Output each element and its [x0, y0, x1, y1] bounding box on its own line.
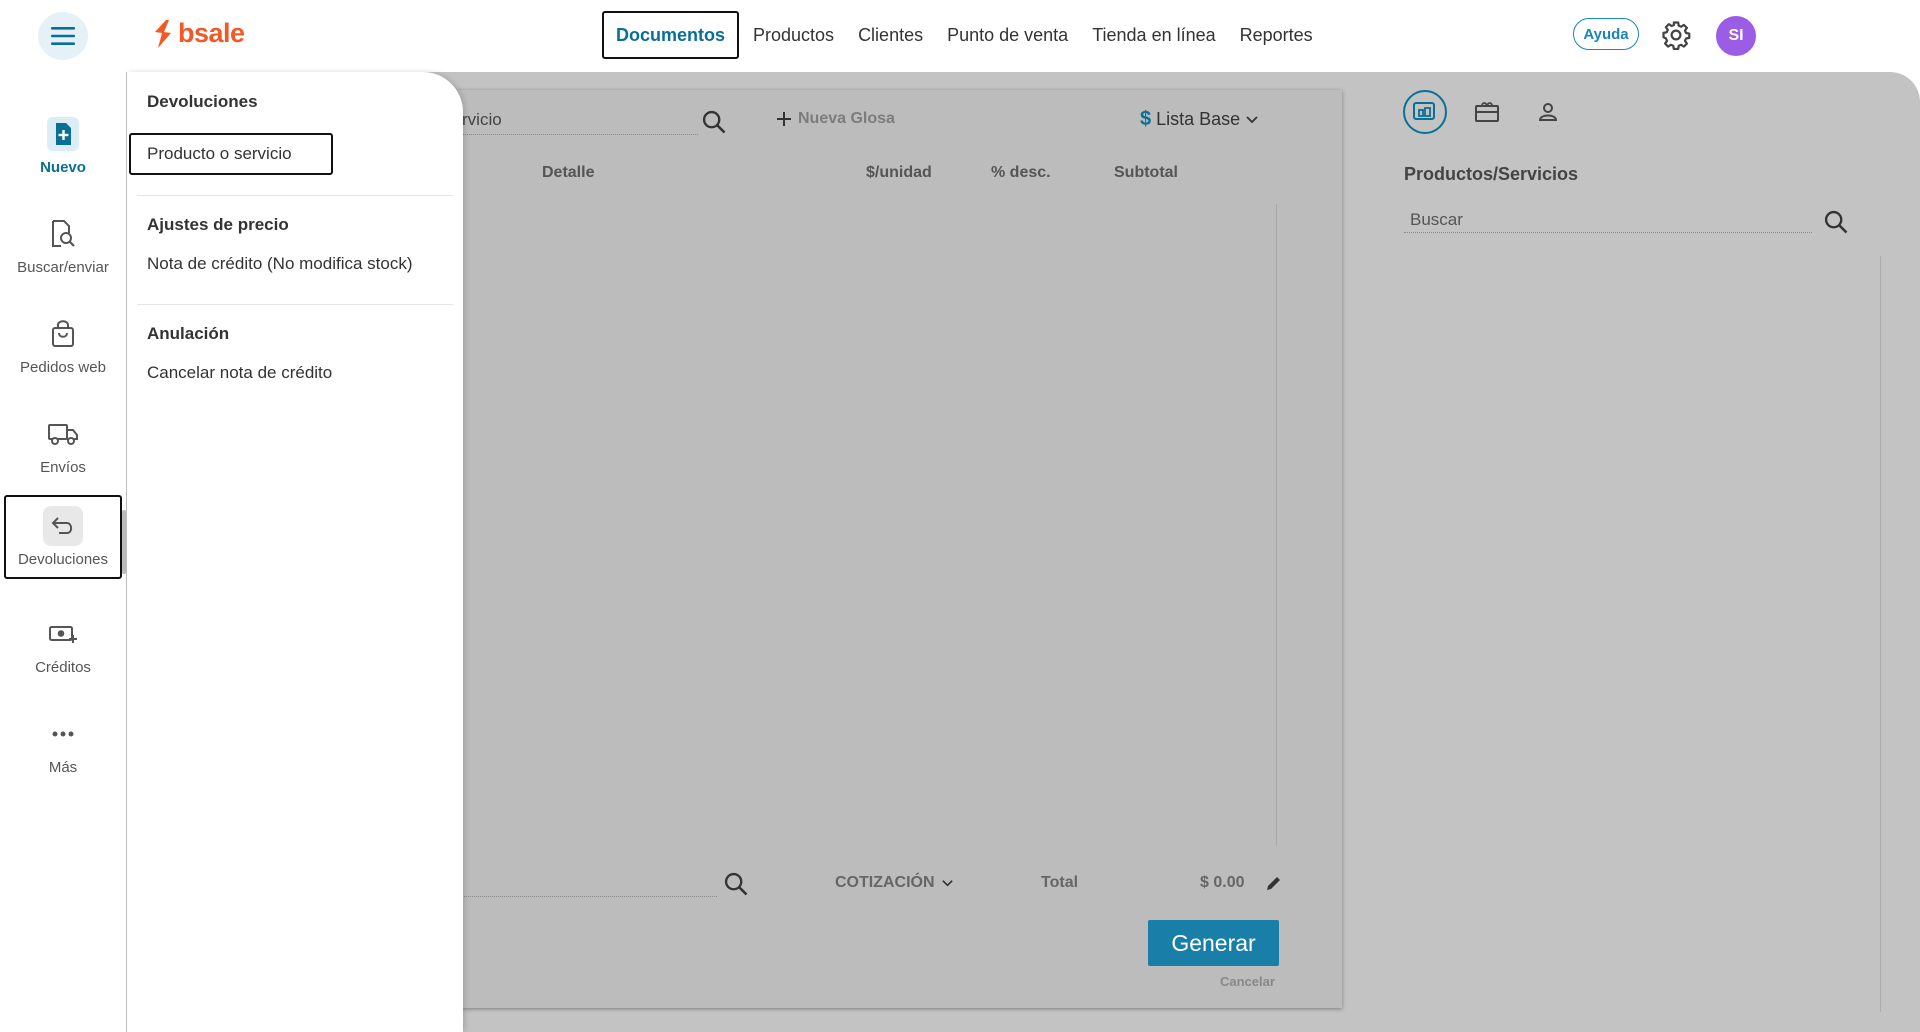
table-scroll-divider: [1276, 204, 1277, 846]
left-sidebar: Nuevo Buscar/enviar Pedidos web Envíos D…: [0, 72, 126, 1032]
help-button[interactable]: Ayuda: [1573, 18, 1639, 50]
return-arrow-icon: [43, 506, 83, 546]
products-panel-title: Productos/Servicios: [1404, 164, 1579, 184]
menu-divider: [137, 304, 453, 305]
hamburger-icon: [51, 27, 75, 45]
column-header-discount: % desc.: [991, 164, 1051, 181]
sidebar-item-creditos[interactable]: Créditos: [4, 604, 122, 686]
money-plus-icon: [43, 614, 83, 654]
chevron-down-icon: [941, 879, 953, 887]
menu-section-devoluciones: Devoluciones: [147, 92, 258, 111]
product-search-underline: [462, 134, 698, 135]
price-list-label: Lista Base: [1156, 109, 1241, 129]
document-panel: [450, 90, 1342, 1008]
client-search-underline[interactable]: [462, 896, 717, 897]
menu-section-anulacion: Anulación: [147, 324, 230, 343]
menu-item-nota-de-credito[interactable]: Nota de crédito (No modifica stock): [147, 254, 413, 274]
dollar-icon: $: [1140, 108, 1152, 130]
search-document-icon: [43, 214, 83, 254]
main-nav: Documentos Productos Clientes Punto de v…: [602, 11, 1325, 59]
nav-productos[interactable]: Productos: [741, 13, 846, 57]
total-value: $ 0.00: [1200, 874, 1245, 891]
sidebar-label-pedidos-web: Pedidos web: [20, 359, 106, 376]
plus-icon: [777, 112, 791, 126]
bolt-logo-icon: [155, 19, 171, 48]
document-type-dropdown[interactable]: COTIZACIÓN: [835, 874, 954, 892]
sidebar-item-mas[interactable]: Más: [4, 704, 122, 786]
truck-icon: [43, 414, 83, 454]
tab-promotions[interactable]: [1465, 90, 1509, 134]
sidebar-item-envios[interactable]: Envíos: [4, 404, 122, 486]
search-icon[interactable]: [1822, 208, 1850, 236]
products-icon: [1413, 102, 1435, 120]
chevron-down-icon: [1246, 115, 1258, 123]
nav-clientes[interactable]: Clientes: [846, 13, 935, 57]
sidebar-scrollbar[interactable]: [122, 510, 126, 574]
new-line-label: Nueva Glosa: [798, 110, 895, 127]
price-list-dropdown[interactable]: $ Lista Base: [1140, 108, 1259, 131]
cancel-link[interactable]: Cancelar: [1220, 974, 1275, 989]
products-search-underline: [1404, 232, 1812, 233]
sidebar-item-nuevo[interactable]: Nuevo: [4, 104, 122, 186]
sidebar-label-creditos: Créditos: [35, 659, 91, 676]
sidebar-label-envios: Envíos: [40, 459, 86, 476]
tab-client[interactable]: [1526, 90, 1570, 134]
gear-icon[interactable]: [1661, 20, 1691, 50]
search-icon[interactable]: [700, 108, 728, 136]
more-dots-icon: [43, 714, 83, 754]
shopping-bag-icon: [43, 314, 83, 354]
product-search-input[interactable]: rvicio: [462, 110, 502, 130]
new-document-icon: [43, 114, 83, 154]
sidebar-item-pedidos-web[interactable]: Pedidos web: [4, 304, 122, 386]
sidebar-label-nuevo: Nuevo: [40, 159, 86, 176]
menu-divider: [137, 195, 453, 196]
logo-text: bsale: [178, 18, 245, 48]
tab-products[interactable]: [1403, 90, 1447, 134]
products-search-input[interactable]: Buscar: [1410, 210, 1463, 230]
sidebar-label-buscar-enviar: Buscar/enviar: [17, 259, 109, 276]
total-label: Total: [1041, 874, 1079, 891]
column-header-unit-price: $/unidad: [866, 164, 932, 181]
sidebar-label-mas: Más: [48, 759, 78, 776]
column-header-detalle: Detalle: [542, 164, 595, 181]
top-header: bsale Documentos Productos Clientes Punt…: [0, 0, 1920, 72]
sidebar-label-devoluciones: Devoluciones: [17, 551, 109, 568]
generate-button[interactable]: Generar: [1148, 920, 1279, 966]
client-search-icon[interactable]: [722, 870, 750, 898]
devoluciones-menu: Devoluciones Producto o servicio Ajustes…: [127, 72, 463, 1032]
nav-tienda-en-linea[interactable]: Tienda en línea: [1080, 13, 1227, 57]
menu-section-ajustes-de-precio: Ajustes de precio: [147, 215, 289, 234]
menu-item-producto-o-servicio[interactable]: Producto o servicio: [129, 133, 333, 175]
menu-item-cancelar-nota-de-credito[interactable]: Cancelar nota de crédito: [147, 363, 332, 383]
new-line-button[interactable]: Nueva Glosa: [776, 110, 895, 128]
sidebar-item-buscar-enviar[interactable]: Buscar/enviar: [4, 204, 122, 286]
column-header-subtotal: Subtotal: [1114, 164, 1178, 181]
pencil-icon[interactable]: [1265, 874, 1283, 892]
user-avatar[interactable]: SI: [1716, 16, 1756, 56]
person-icon: [1538, 103, 1558, 121]
bsale-logo[interactable]: bsale: [152, 18, 245, 49]
document-type-label: COTIZACIÓN: [835, 874, 935, 891]
nav-punto-de-venta[interactable]: Punto de venta: [935, 13, 1080, 57]
sidebar-item-devoluciones[interactable]: Devoluciones: [4, 495, 122, 579]
gift-card-icon: [1475, 102, 1499, 122]
nav-documentos[interactable]: Documentos: [602, 11, 740, 59]
hamburger-menu-button[interactable]: [38, 12, 88, 60]
nav-reportes[interactable]: Reportes: [1228, 13, 1325, 57]
right-panel-divider: [1880, 256, 1881, 1012]
